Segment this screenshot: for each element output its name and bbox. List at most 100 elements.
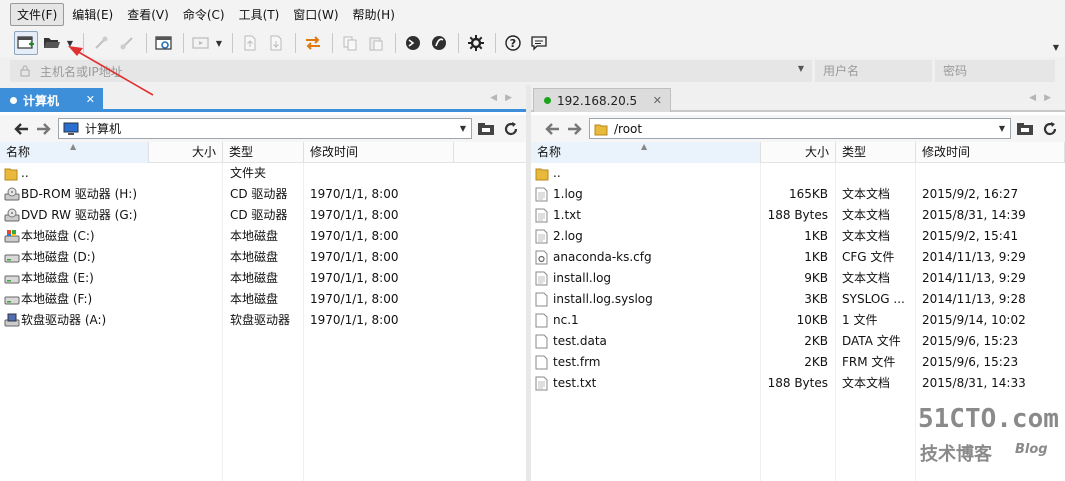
file-type: SYSLOG ... (842, 292, 905, 306)
tab-local-computer[interactable]: 计算机 ✕ (0, 88, 103, 112)
paste-icon[interactable] (364, 31, 388, 55)
toolbar-separator (146, 33, 147, 53)
text-file-icon (535, 271, 549, 286)
back-arrow-icon[interactable] (543, 120, 561, 138)
tab-remote-session[interactable]: 192.168.20.5 ✕ (533, 88, 671, 112)
menu-file[interactable]: 文件(F) (10, 3, 65, 26)
file-row[interactable]: 1.log 165KB 文本文档 2015/9/2, 16:27 (531, 184, 1065, 205)
file-row[interactable]: 2.log 1KB 文本文档 2015/9/2, 15:41 (531, 226, 1065, 247)
folder-up-icon (4, 166, 18, 181)
file-row[interactable]: 1.txt 188 Bytes 文本文档 2015/8/31, 14:39 (531, 205, 1065, 226)
file-row[interactable]: test.data 2KB DATA 文件 2015/9/6, 15:23 (531, 331, 1065, 352)
col-modified[interactable]: 修改时间 (916, 142, 1065, 163)
file-row[interactable]: test.frm 2KB FRM 文件 2015/9/6, 15:23 (531, 352, 1065, 373)
file-type: 1 文件 (842, 313, 878, 327)
file-row[interactable]: 本地磁盘 (C:) 本地磁盘 1970/1/1, 8:00 (0, 226, 526, 247)
file-row[interactable]: nc.1 10KB 1 文件 2015/9/14, 10:02 (531, 310, 1065, 331)
menu-edit[interactable]: 编辑(E) (66, 4, 119, 25)
floppy-drive-icon (4, 313, 20, 328)
disconnect-icon[interactable] (115, 31, 139, 55)
col-name[interactable]: 名称 ▲ (531, 142, 761, 163)
password-input[interactable]: 密码 (935, 60, 1055, 82)
blank-file-icon (535, 355, 549, 370)
toolbar-separator (232, 33, 233, 53)
host-input[interactable]: 主机名或IP地址 ▼ (10, 60, 812, 82)
refresh-button[interactable] (500, 118, 522, 140)
file-row[interactable]: 本地磁盘 (E:) 本地磁盘 1970/1/1, 8:00 (0, 268, 526, 289)
close-tab-icon[interactable]: ✕ (86, 93, 95, 106)
file-row[interactable]: install.log.syslog 3KB SYSLOG ... 2014/11/1… (531, 289, 1065, 310)
path-dropdown-icon[interactable]: ▼ (460, 124, 466, 133)
media-dropdown-icon[interactable]: ▼ (215, 31, 223, 55)
toolbar-overflow-icon[interactable]: ▼ (1053, 43, 1059, 52)
file-name: 2.log (553, 229, 583, 243)
path-dropdown-icon[interactable]: ▼ (999, 124, 1005, 133)
file-row[interactable]: 软盘驱动器 (A:) 软盘驱动器 1970/1/1, 8:00 (0, 310, 526, 331)
tab-scroll-arrows-icon[interactable]: ◀▶ (490, 93, 520, 103)
connect-icon[interactable] (89, 31, 113, 55)
col-name[interactable]: 名称 ▲ (0, 142, 149, 163)
col-type[interactable]: 类型 (223, 142, 304, 163)
new-folder-button[interactable] (475, 118, 497, 140)
tab-scroll-arrows-icon[interactable]: ◀▶ (1029, 93, 1059, 103)
file-row[interactable]: .. 文件夹 (0, 163, 526, 184)
file-row[interactable]: 本地磁盘 (F:) 本地磁盘 1970/1/1, 8:00 (0, 289, 526, 310)
col-modified[interactable]: 修改时间 (304, 142, 454, 163)
menu-tools[interactable]: 工具(T) (233, 4, 286, 25)
copy-icon[interactable] (338, 31, 362, 55)
file-modified: 2014/11/13, 9:28 (922, 292, 1026, 306)
upload-file-icon[interactable] (238, 31, 262, 55)
menu-window[interactable]: 窗口(W) (287, 4, 344, 25)
new-folder-button[interactable] (1014, 118, 1036, 140)
computer-icon (63, 122, 79, 135)
site-watermark: 51CTO.com 技术博客 Blog (918, 404, 1059, 474)
watermark-main: 51CTO.com (918, 404, 1059, 434)
xshell-button[interactable] (401, 31, 425, 55)
col-size[interactable]: 大小 (761, 142, 836, 163)
file-row[interactable]: BD-ROM 驱动器 (H:) CD 驱动器 1970/1/1, 8:00 (0, 184, 526, 205)
file-size (761, 163, 828, 184)
menu-view[interactable]: 查看(V) (121, 4, 175, 25)
new-session-button[interactable] (14, 31, 38, 55)
col-type[interactable]: 类型 (836, 142, 916, 163)
xftp-button[interactable] (427, 31, 451, 55)
download-file-icon[interactable] (264, 31, 288, 55)
remote-path-combobox[interactable]: /root ▼ (589, 118, 1011, 139)
blank-file-icon (535, 334, 549, 349)
username-input[interactable]: 用户名 (815, 60, 932, 82)
watermark-sub: 技术博客 (920, 444, 992, 465)
file-row[interactable]: anaconda-ks.cfg 1KB CFG 文件 2014/11/13, 9:29 (531, 247, 1065, 268)
menu-command[interactable]: 命令(C) (177, 4, 231, 25)
file-name: 1.log (553, 187, 583, 201)
close-tab-icon[interactable]: ✕ (653, 94, 662, 107)
options-button[interactable] (464, 31, 488, 55)
file-row[interactable]: DVD RW 驱动器 (G:) CD 驱动器 1970/1/1, 8:00 (0, 205, 526, 226)
open-folder-button[interactable] (40, 31, 64, 55)
refresh-button[interactable] (1039, 118, 1061, 140)
open-dropdown-icon[interactable]: ▼ (66, 31, 74, 55)
transfer-button[interactable] (301, 31, 325, 55)
forward-arrow-icon[interactable] (35, 120, 53, 138)
file-size (149, 310, 217, 331)
host-dropdown-icon[interactable]: ▼ (798, 64, 804, 73)
file-name: .. (21, 166, 29, 180)
menu-help[interactable]: 帮助(H) (347, 4, 401, 25)
forward-arrow-icon[interactable] (566, 120, 584, 138)
file-row[interactable]: install.log 9KB 文本文档 2014/11/13, 9:29 (531, 268, 1065, 289)
file-row[interactable]: .. (531, 163, 1065, 184)
file-modified (922, 163, 1062, 184)
feedback-button[interactable] (527, 31, 551, 55)
toolbar: ▼ ▼ ? ▼ (0, 29, 1065, 57)
file-modified: 2014/11/13, 9:29 (922, 271, 1026, 285)
file-type: 本地磁盘 (230, 292, 279, 306)
media-button[interactable] (189, 31, 213, 55)
help-button[interactable]: ? (501, 31, 525, 55)
tab-label: 192.168.20.5 (557, 93, 638, 108)
col-size[interactable]: 大小 (149, 142, 223, 163)
session-properties-button[interactable] (152, 31, 176, 55)
local-path-combobox[interactable]: 计算机 ▼ (58, 118, 472, 139)
file-row[interactable]: test.txt 188 Bytes 文本文档 2015/8/31, 14:33 (531, 373, 1065, 394)
file-row[interactable]: 本地磁盘 (D:) 本地磁盘 1970/1/1, 8:00 (0, 247, 526, 268)
back-arrow-icon[interactable] (12, 120, 30, 138)
text-file-icon (535, 376, 549, 391)
